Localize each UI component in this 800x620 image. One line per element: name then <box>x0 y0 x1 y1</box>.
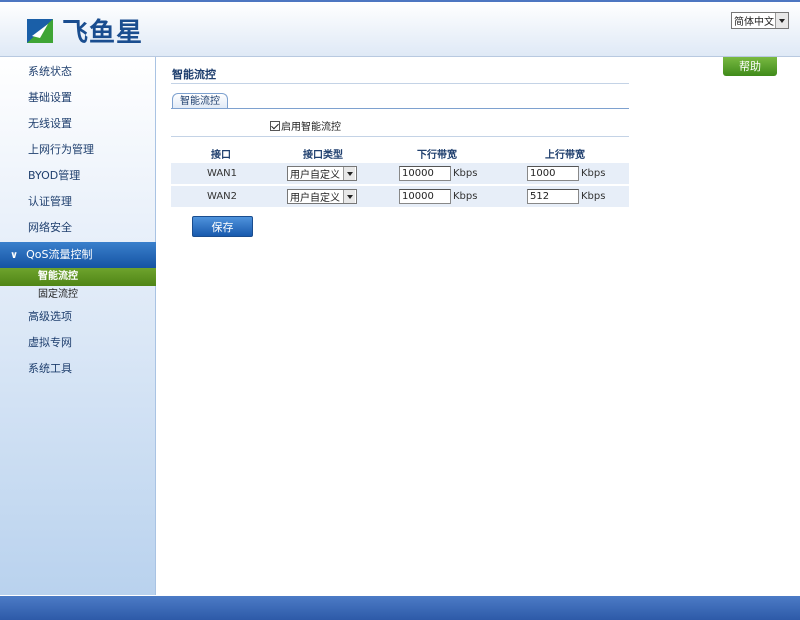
column-header-downlink: 下行带宽 <box>417 150 457 161</box>
divider <box>171 108 629 109</box>
uplink-unit: Kbps <box>581 191 606 202</box>
interface-name: WAN2 <box>207 191 238 202</box>
chevron-down-icon <box>343 190 355 203</box>
downlink-unit: Kbps <box>453 191 478 202</box>
logo: 飞鱼星 <box>26 12 143 49</box>
save-button[interactable]: 保存 <box>192 216 253 237</box>
interface-name: WAN1 <box>207 168 238 179</box>
enable-smart-qos-label: 启用智能流控 <box>281 122 341 133</box>
sidebar-item-label: 上网行为管理 <box>28 143 94 156</box>
enable-row: 启用智能流控 <box>270 118 341 133</box>
language-value: 简体中文 <box>734 17 774 28</box>
help-button[interactable]: 帮助 <box>723 57 777 76</box>
header: 飞鱼星 简体中文 <box>0 0 800 57</box>
sidebar-item-label: 无线设置 <box>28 117 72 130</box>
sidebar-item-label: 虚拟专网 <box>28 336 72 349</box>
tab-smart-qos[interactable]: 智能流控 <box>172 93 228 109</box>
sidebar-subitem-label: 固定流控 <box>38 289 78 300</box>
footer-bar <box>0 596 800 620</box>
sidebar-item-label: 认证管理 <box>28 195 72 208</box>
interface-type-select[interactable]: 用户自定义 <box>287 166 357 181</box>
sidebar-item-label: 网络安全 <box>28 221 72 234</box>
sidebar: 系统状态 基础设置 无线设置 上网行为管理 BYOD管理 认证管理 网络安全 ∨… <box>0 57 156 595</box>
enable-smart-qos-checkbox[interactable] <box>270 120 280 131</box>
uplink-unit: Kbps <box>581 168 606 179</box>
interface-type-select[interactable]: 用户自定义 <box>287 189 357 204</box>
divider <box>171 83 629 84</box>
brand-name: 飞鱼星 <box>62 18 144 48</box>
downlink-input[interactable]: 10000 <box>399 189 451 204</box>
sidebar-item-tools[interactable]: 系统工具 <box>0 356 156 382</box>
sidebar-item-wireless[interactable]: 无线设置 <box>0 111 156 137</box>
column-header-interface: 接口 <box>211 150 231 161</box>
uplink-input[interactable]: 512 <box>527 189 579 204</box>
interface-type-value: 用户自定义 <box>290 193 340 204</box>
column-header-uplink: 上行带宽 <box>545 150 585 161</box>
divider <box>171 136 629 137</box>
sidebar-subitem-fixed-qos[interactable]: 固定流控 <box>0 286 156 304</box>
interface-type-value: 用户自定义 <box>290 170 340 181</box>
sidebar-subitem-smart-qos[interactable]: 智能流控 <box>0 268 156 286</box>
sidebar-item-security[interactable]: 网络安全 <box>0 215 156 241</box>
downlink-input[interactable]: 10000 <box>399 166 451 181</box>
uplink-input[interactable]: 1000 <box>527 166 579 181</box>
sidebar-item-behavior[interactable]: 上网行为管理 <box>0 137 156 163</box>
sidebar-item-label: QoS流量控制 <box>26 248 93 261</box>
chevron-down-icon <box>343 167 355 180</box>
sidebar-item-label: 基础设置 <box>28 91 72 104</box>
language-select[interactable]: 简体中文 <box>731 12 789 29</box>
sidebar-item-label: 系统状态 <box>28 65 72 78</box>
sidebar-item-auth[interactable]: 认证管理 <box>0 189 156 215</box>
sidebar-item-system-status[interactable]: 系统状态 <box>0 59 156 85</box>
sidebar-subitem-label: 智能流控 <box>38 271 78 282</box>
sidebar-item-byod[interactable]: BYOD管理 <box>0 163 156 189</box>
page-title: 智能流控 <box>172 68 216 81</box>
sidebar-item-qos[interactable]: ∨ QoS流量控制 <box>0 242 156 268</box>
column-header-type: 接口类型 <box>303 150 343 161</box>
double-chevron-down-icon: ∨ <box>10 250 19 261</box>
sidebar-item-basic-settings[interactable]: 基础设置 <box>0 85 156 111</box>
sidebar-item-label: 高级选项 <box>28 310 72 323</box>
logo-icon <box>26 16 56 46</box>
sidebar-item-vpn[interactable]: 虚拟专网 <box>0 330 156 356</box>
sidebar-item-advanced[interactable]: 高级选项 <box>0 304 156 330</box>
sidebar-item-label: BYOD管理 <box>28 169 81 182</box>
sidebar-item-label: 系统工具 <box>28 362 72 375</box>
chevron-down-icon <box>775 13 788 28</box>
downlink-unit: Kbps <box>453 168 478 179</box>
